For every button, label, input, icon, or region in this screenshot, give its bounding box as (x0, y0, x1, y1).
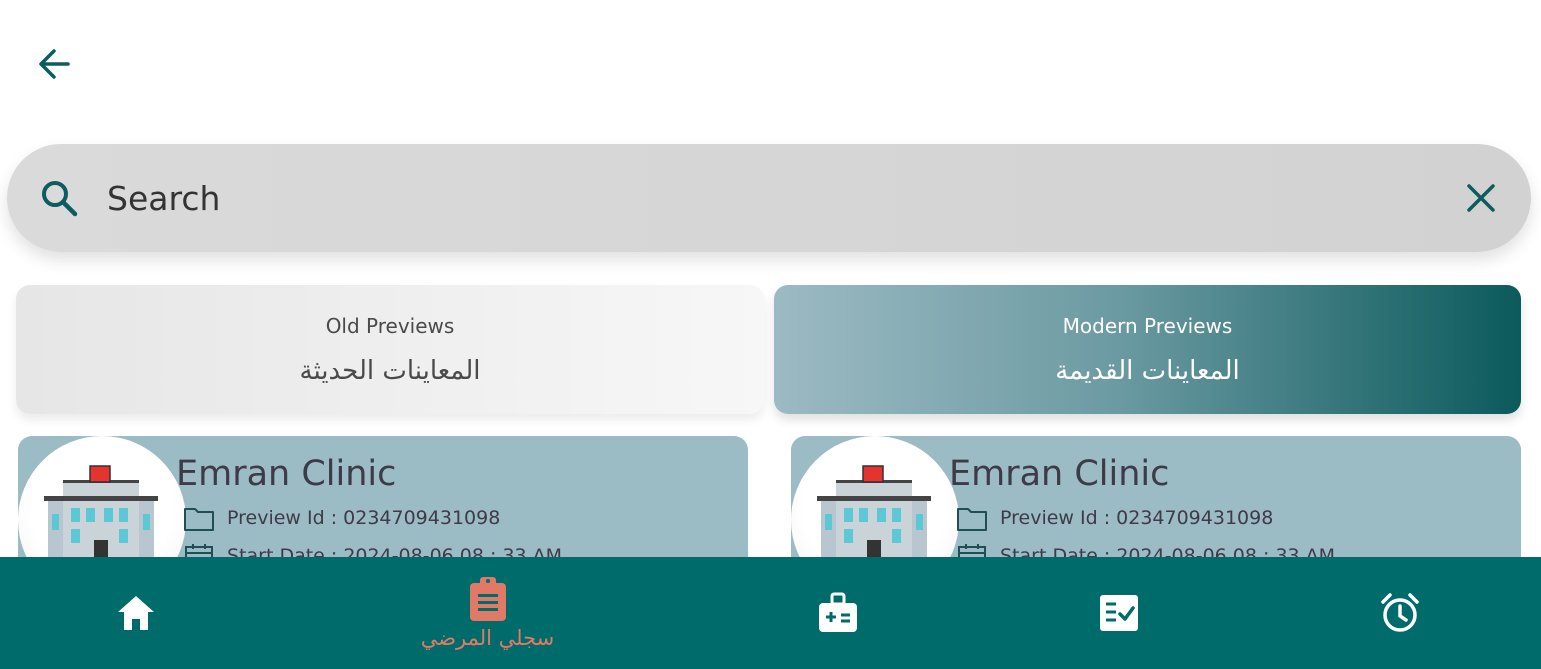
close-icon[interactable] (1461, 178, 1501, 218)
bottom-nav: سجلي المرضي (0, 557, 1541, 669)
preview-card[interactable]: Emran Clinic Preview Id : 0234709431098 … (18, 436, 748, 604)
preview-card[interactable]: Emran Clinic Preview Id : 0234709431098 … (791, 436, 1521, 604)
tab-old-previews[interactable]: Old Previews المعاينات الحديثة (16, 285, 764, 414)
preview-id: Preview Id : 0234709431098 (227, 507, 501, 529)
search-input[interactable] (107, 170, 1407, 226)
medical-kit-icon (819, 592, 857, 632)
nav-home[interactable] (100, 557, 172, 669)
clinic-name: Emran Clinic (949, 454, 1170, 494)
folder-icon (184, 508, 214, 531)
folder-icon (957, 508, 987, 531)
checklist-icon (1100, 595, 1138, 631)
alarm-icon (1381, 593, 1419, 632)
preview-id: Preview Id : 0234709431098 (1000, 507, 1274, 529)
search-icon (42, 181, 78, 217)
nav-tasks[interactable] (1083, 557, 1155, 669)
tab-modern-previews[interactable]: Modern Previews المعاينات القديمة (774, 285, 1521, 414)
nav-alarm[interactable] (1364, 557, 1436, 669)
tab-label-en: Old Previews (325, 313, 455, 338)
tab-label-ar: المعاينات القديمة (1055, 355, 1240, 386)
nav-medical[interactable] (802, 557, 874, 669)
back-button[interactable] (30, 40, 78, 88)
home-icon (118, 596, 154, 630)
arrow-left-icon (39, 49, 70, 79)
clipboard-icon (469, 577, 506, 621)
preview-id-row: Preview Id : 0234709431098 (183, 504, 500, 532)
search-bar (7, 144, 1531, 252)
clinic-name: Emran Clinic (176, 454, 397, 494)
preview-id-row: Preview Id : 0234709431098 (956, 504, 1273, 532)
nav-patient-records[interactable]: سجلي المرضي (400, 557, 575, 669)
tab-label-en: Modern Previews (1062, 313, 1233, 338)
nav-label: سجلي المرضي (420, 626, 555, 650)
tab-label-ar: المعاينات الحديثة (299, 355, 481, 386)
